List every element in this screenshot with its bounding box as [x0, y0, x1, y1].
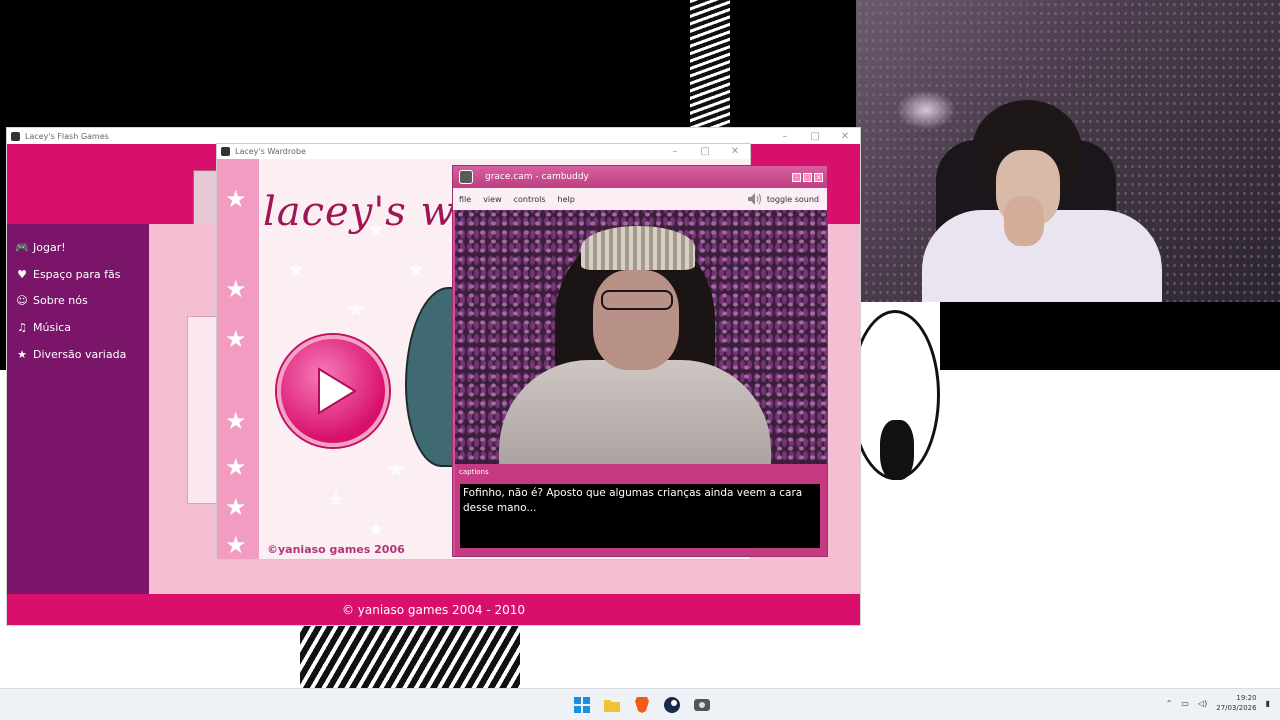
captions-label: captions: [459, 468, 489, 476]
clock[interactable]: 19:20 27/03/2026: [1216, 693, 1256, 713]
steam-icon[interactable]: [660, 693, 684, 717]
minimize-button[interactable]: –: [660, 146, 690, 157]
minimize-button[interactable]: –: [770, 131, 800, 142]
nav-item-jogar[interactable]: 🎮 Jogar!: [7, 234, 149, 261]
windows-start-icon[interactable]: [570, 693, 594, 717]
close-button[interactable]: ✕: [720, 146, 750, 157]
captions-panel: captions Fofinho, não é? Aposto que algu…: [455, 464, 827, 556]
menu-help[interactable]: help: [558, 195, 575, 204]
site-sidebar: 🎮 Jogar! ♥ Espaço para fãs ☺ Sobre nós ♫…: [7, 224, 149, 594]
nav-label: Diversão variada: [33, 347, 127, 361]
cam-titlebar[interactable]: grace.cam - cambuddy – □ x: [453, 166, 827, 188]
nav-item-sobre-nos[interactable]: ☺ Sobre nós: [7, 287, 149, 314]
app-icon: [11, 131, 20, 141]
clock-date: 27/03/2026: [1216, 704, 1257, 712]
maximize-button[interactable]: □: [803, 172, 812, 182]
nav-label: Jogar!: [33, 240, 66, 254]
window-controls: – □ ✕: [770, 131, 860, 142]
menu-view[interactable]: view: [483, 195, 501, 204]
star-border-strip: ★ ★ ★ ★ ★ ★ ★: [217, 159, 259, 559]
nav-item-espaco-fas[interactable]: ♥ Espaço para fãs: [7, 261, 149, 288]
star-icon: ★: [17, 347, 27, 361]
menu-file[interactable]: file: [459, 195, 471, 204]
system-tray: ⌃ ▭ ◁) 19:20 27/03/2026 ▮: [1166, 693, 1270, 713]
cam-menubar: file view controls help toggle sound: [453, 188, 827, 210]
fans-icon: ♥: [17, 267, 27, 281]
maximize-button[interactable]: □: [800, 131, 830, 142]
webcam-hand: [1004, 196, 1044, 246]
network-icon[interactable]: ▭: [1181, 699, 1189, 708]
taskbar: ⌃ ▭ ◁) 19:20 27/03/2026 ▮: [0, 688, 1280, 720]
smiley-icon: ☺: [16, 294, 28, 308]
manga-hatching: [690, 0, 730, 130]
taskbar-apps: [570, 693, 714, 717]
brave-browser-icon[interactable]: [630, 693, 654, 717]
close-button[interactable]: ✕: [830, 131, 860, 142]
manga-shadow: [880, 420, 914, 480]
desktop: Lacey's Flash Games – □ ✕ 🎮 Jogar! ♥ Esp…: [0, 0, 1280, 720]
chevron-up-icon[interactable]: ⌃: [1166, 699, 1173, 708]
nav-item-musica[interactable]: ♫ Música: [7, 314, 149, 341]
file-explorer-icon[interactable]: [600, 693, 624, 717]
clock-time: 19:20: [1236, 694, 1257, 702]
notification-icon[interactable]: ▮: [1266, 699, 1270, 708]
volume-icon[interactable]: ◁): [1198, 699, 1207, 708]
cambuddy-window: grace.cam - cambuddy – □ x file view con…: [453, 166, 827, 556]
menu-controls[interactable]: controls: [514, 195, 546, 204]
nav-item-diversao[interactable]: ★ Diversão variada: [7, 341, 149, 368]
play-icon: [318, 367, 357, 415]
window-controls: – □ ✕: [660, 146, 750, 157]
cam-window-controls: – □ x: [792, 172, 827, 182]
nav-label: Sobre nós: [33, 294, 88, 308]
speaker-icon: [747, 193, 761, 205]
video-person-sweater: [499, 360, 771, 464]
close-button[interactable]: x: [814, 172, 823, 182]
caption-text: Fofinho, não é? Aposto que algumas crian…: [460, 484, 820, 548]
manga-bottom-hatching: [300, 625, 520, 688]
maximize-button[interactable]: □: [690, 146, 720, 157]
music-icon: ♫: [17, 320, 27, 334]
minimize-button[interactable]: –: [792, 172, 801, 182]
toggle-sound-button[interactable]: toggle sound: [747, 192, 827, 206]
wardrobe-copyright: ©yaniaso games 2006: [267, 543, 405, 556]
cam-video-feed: [455, 210, 827, 464]
webcam-lamp: [896, 90, 956, 130]
video-person-beanie: [581, 226, 695, 270]
nav-label: Música: [33, 320, 72, 334]
cam-window-title: grace.cam - cambuddy: [485, 172, 589, 182]
video-person-face: [593, 270, 679, 370]
site-footer: © yaniaso games 2004 - 2010: [7, 594, 860, 625]
toggle-sound-label: toggle sound: [766, 194, 819, 204]
main-window-title: Lacey's Flash Games: [25, 131, 109, 141]
gamepad-icon: 🎮: [15, 240, 29, 254]
content-card: [187, 316, 219, 504]
wardrobe-titlebar[interactable]: Lacey's Wardrobe – □ ✕: [217, 144, 750, 159]
cambuddy-icon: [459, 170, 473, 184]
play-button[interactable]: [277, 335, 389, 447]
wardrobe-window-title: Lacey's Wardrobe: [235, 147, 306, 156]
main-window-titlebar[interactable]: Lacey's Flash Games – □ ✕: [7, 128, 860, 144]
video-person-glasses: [601, 290, 673, 310]
app-icon: [221, 147, 230, 156]
cambuddy-app-icon[interactable]: [690, 693, 714, 717]
streamer-webcam: [856, 0, 1280, 302]
nav-label: Espaço para fãs: [33, 267, 121, 281]
